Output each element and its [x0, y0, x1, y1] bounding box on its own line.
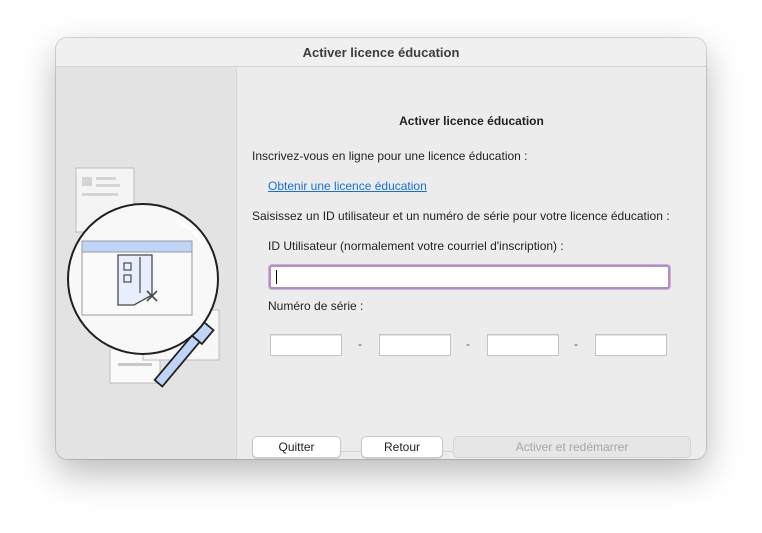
serial-field-1[interactable]	[270, 334, 342, 356]
serial-field-2[interactable]	[379, 334, 451, 356]
enter-credentials-prompt: Saisissez un ID utilisateur et un numéro…	[252, 209, 670, 223]
text-caret	[276, 270, 277, 284]
serial-number-label: Numéro de série :	[268, 299, 364, 313]
serial-separator: -	[574, 337, 578, 351]
serial-separator: -	[358, 337, 362, 351]
window-titlebar: Activer licence éducation	[56, 38, 706, 67]
serial-separator: -	[466, 337, 470, 351]
quit-button[interactable]: Quitter	[252, 436, 341, 458]
window-title: Activer licence éducation	[302, 44, 460, 60]
dialog-content: Activer licence éducation Inscrivez-vous…	[237, 67, 706, 459]
register-prompt: Inscrivez-vous en ligne pour une licence…	[252, 149, 528, 163]
back-button[interactable]: Retour	[361, 436, 443, 458]
illustration-panel	[56, 67, 237, 459]
get-license-link[interactable]: Obtenir une licence éducation	[268, 179, 427, 193]
dialog-heading: Activer licence éducation	[399, 114, 544, 128]
activation-dialog-window: Activer licence éducation Activer licenc…	[56, 38, 706, 459]
user-id-label: ID Utilisateur (normalement votre courri…	[268, 239, 564, 253]
serial-field-3[interactable]	[487, 334, 559, 356]
magnifier-document-icon	[67, 167, 220, 388]
serial-field-4[interactable]	[595, 334, 667, 356]
user-id-field[interactable]	[269, 265, 670, 289]
activate-restart-button[interactable]: Activer et redémarrer	[453, 436, 691, 458]
